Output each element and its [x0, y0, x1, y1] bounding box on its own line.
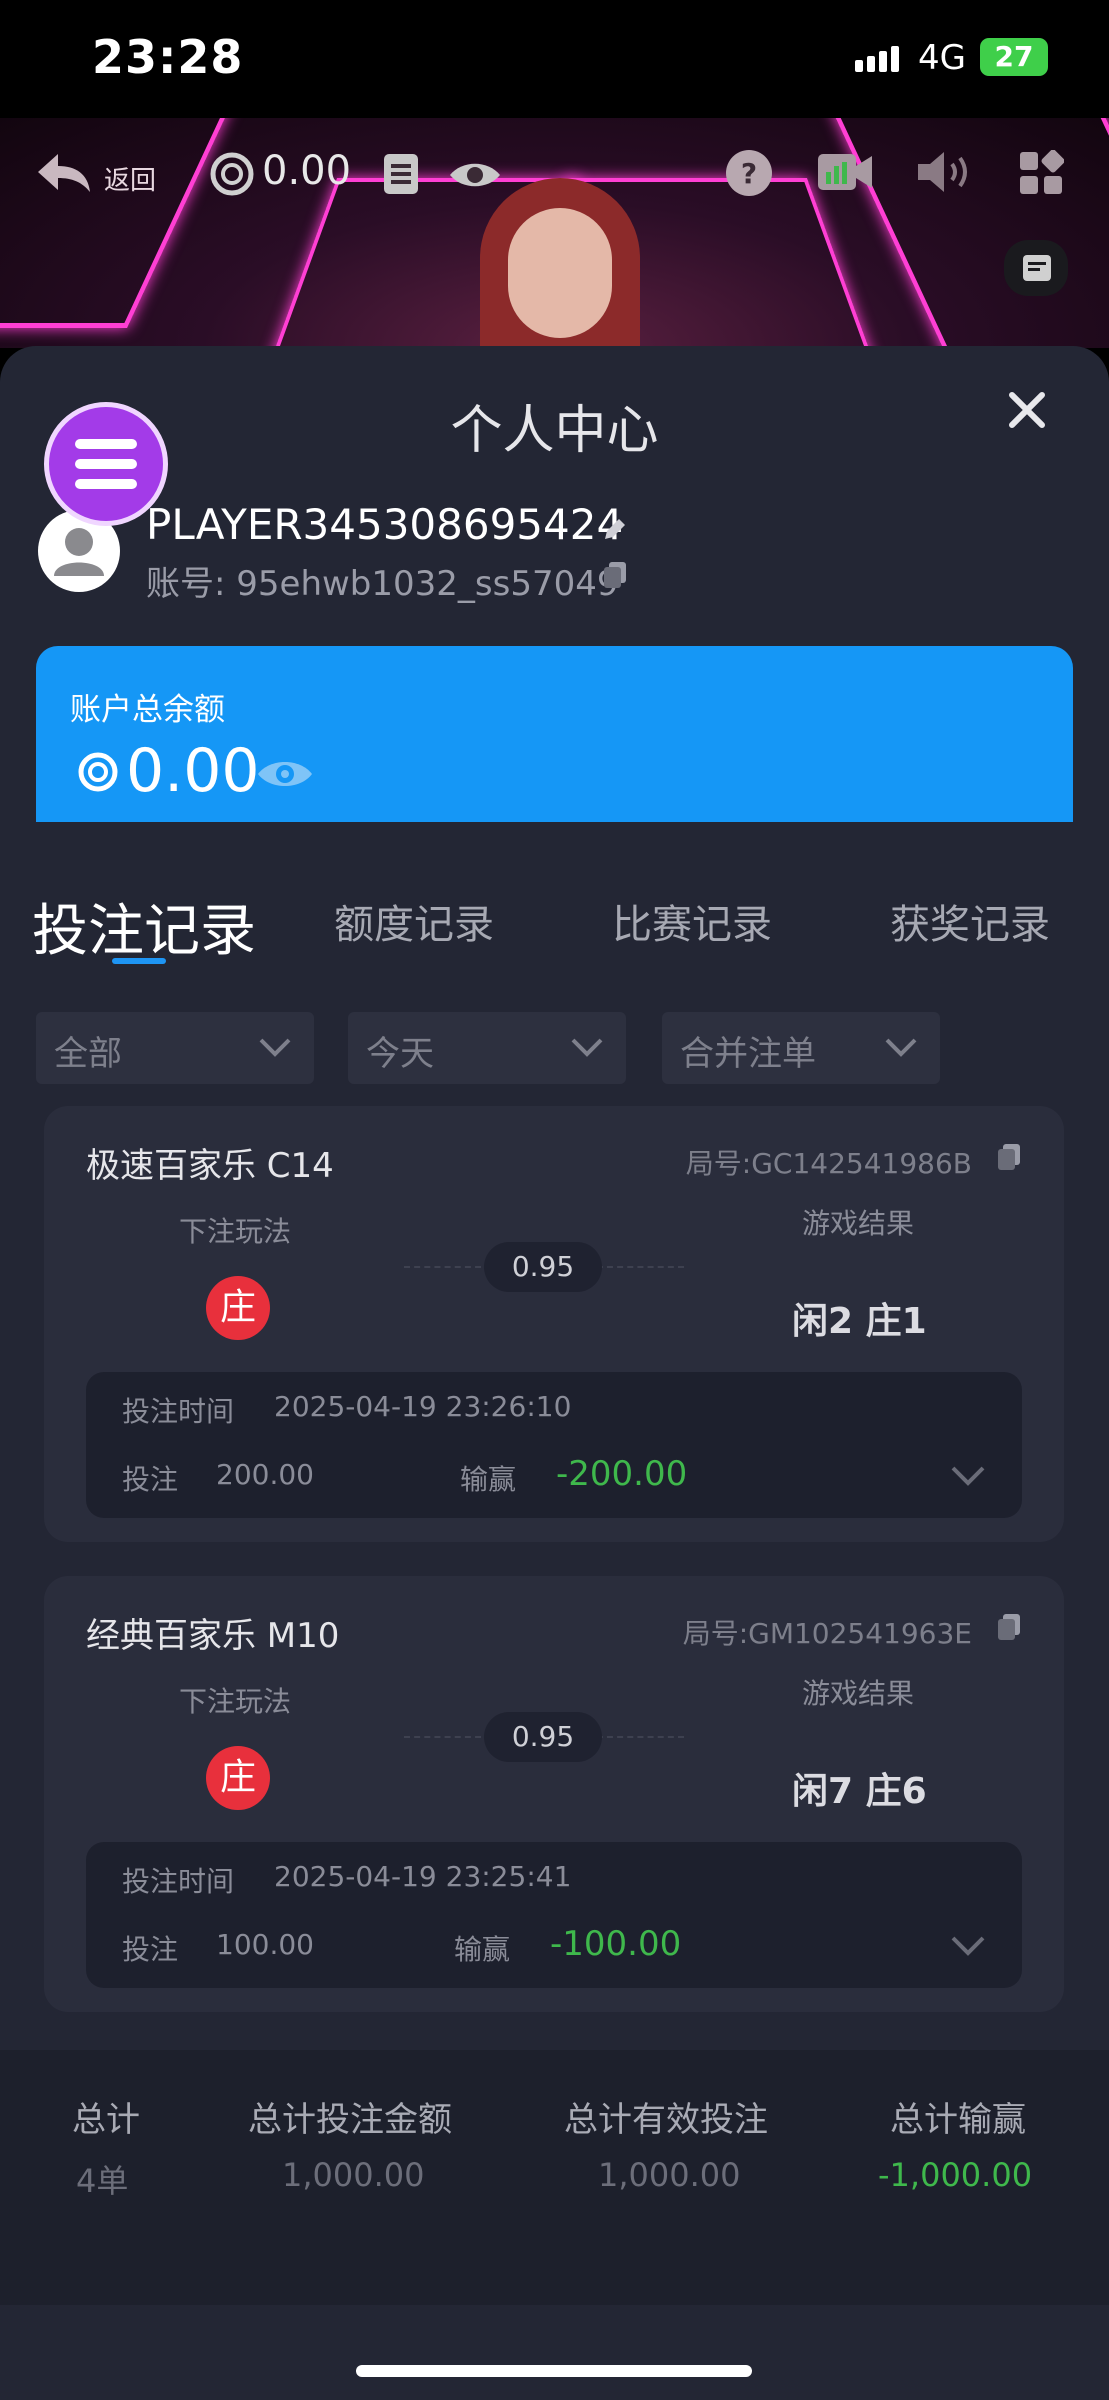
stake-label: 投注: [122, 1933, 179, 1966]
game-result-label: 游戏结果: [802, 1677, 915, 1710]
menu-icon-bar: [75, 439, 137, 449]
menu-icon-bar: [75, 479, 137, 489]
tab-match-records[interactable]: 比赛记录: [612, 892, 772, 950]
bet-mode-label: 下注玩法: [179, 1215, 292, 1248]
speaker-icon[interactable]: [916, 150, 976, 194]
signal-icon: [855, 46, 899, 72]
bet-time: 2025-04-19 23:25:41: [274, 1860, 572, 1893]
dealer-face: [508, 208, 612, 338]
bet-time-label: 投注时间: [122, 1395, 235, 1428]
menu-icon-bar: [75, 459, 137, 469]
total-bet-amount-label: 总计投注金额: [248, 2100, 452, 2140]
chip-icon: [210, 152, 254, 196]
game-result: 闲2 庄1: [792, 1301, 927, 1342]
player-name: PLAYER345308695424: [146, 500, 624, 549]
chip-balance: 0.00: [262, 148, 352, 194]
odds-badge: 0.95: [484, 1242, 602, 1292]
round-number: 局号:GC142541986B: [685, 1147, 972, 1180]
winloss-label: 输赢: [454, 1933, 511, 1966]
status-time: 23:28: [92, 30, 244, 84]
edit-icon[interactable]: [602, 516, 628, 542]
eye-icon[interactable]: [448, 158, 502, 192]
total-bet-amount: 1,000.00: [282, 2156, 425, 2194]
stake-amount: 100.00: [216, 1928, 314, 1961]
svg-text:?: ?: [741, 157, 757, 190]
filter-merge[interactable]: 合并注单: [662, 1012, 940, 1084]
winloss-amount: -100.00: [550, 1924, 682, 1964]
bet-time-label: 投注时间: [122, 1865, 235, 1898]
filter-date-value: 今天: [366, 1034, 434, 1074]
filter-date[interactable]: 今天: [348, 1012, 626, 1084]
filter-category-value: 全部: [54, 1034, 122, 1074]
game-name: 经典百家乐 M10: [86, 1616, 340, 1656]
game-result-label: 游戏结果: [802, 1207, 915, 1240]
video-camera-icon[interactable]: [816, 150, 874, 194]
winloss-amount: -200.00: [556, 1454, 688, 1494]
game-result: 闲7 庄6: [792, 1771, 927, 1812]
bet-side-badge: 庄: [206, 1276, 270, 1340]
bet-side-badge: 庄: [206, 1746, 270, 1810]
copy-icon[interactable]: [602, 560, 628, 590]
balance-value: 0.00: [126, 736, 260, 806]
game-name: 极速百家乐 C14: [86, 1146, 334, 1186]
bet-detail-panel: 投注时间 2025-04-19 23:26:10 投注 200.00 输赢 -2…: [86, 1372, 1022, 1518]
chat-icon: [1023, 255, 1051, 281]
bet-mode-label: 下注玩法: [179, 1685, 292, 1718]
chevron-down-icon: [259, 1038, 291, 1057]
bet-record-card[interactable]: 极速百家乐 C14 局号:GC142541986B 下注玩法 游戏结果 庄 0.…: [44, 1106, 1064, 1542]
tab-award-records[interactable]: 获奖记录: [890, 892, 1050, 950]
filter-merge-value: 合并注单: [680, 1034, 816, 1074]
chevron-down-icon[interactable]: [950, 1464, 986, 1488]
chevron-down-icon: [571, 1038, 603, 1057]
filter-category[interactable]: 全部: [36, 1012, 314, 1084]
close-icon[interactable]: [1002, 385, 1052, 435]
bet-detail-panel: 投注时间 2025-04-19 23:25:41 投注 100.00 输赢 -1…: [86, 1842, 1022, 1988]
chevron-down-icon: [885, 1038, 917, 1057]
grid-menu-icon[interactable]: [1018, 150, 1064, 196]
chip-icon: [78, 752, 118, 792]
account-id: 账号: 95ehwb1032_ss57049: [146, 564, 619, 604]
help-icon[interactable]: ?: [724, 148, 774, 198]
battery-indicator: 27: [980, 38, 1048, 76]
tab-active-indicator: [112, 958, 166, 964]
balance-label: 账户总余额: [70, 692, 225, 728]
eye-icon[interactable]: [256, 756, 314, 792]
total-count: 4单: [76, 2162, 129, 2200]
copy-icon[interactable]: [996, 1612, 1022, 1642]
total-winloss: -1,000.00: [878, 2156, 1033, 2194]
stake-label: 投注: [122, 1463, 179, 1496]
round-number: 局号:GM102541963E: [682, 1617, 972, 1650]
winloss-label: 输赢: [460, 1463, 517, 1496]
tab-bet-records[interactable]: 投注记录: [32, 886, 256, 967]
odds-badge: 0.95: [484, 1712, 602, 1762]
tab-credit-records[interactable]: 额度记录: [334, 892, 494, 950]
copy-icon[interactable]: [996, 1142, 1022, 1172]
back-icon[interactable]: [36, 150, 92, 194]
total-valid-bet: 1,000.00: [598, 2156, 741, 2194]
total-valid-bet-label: 总计有效投注: [564, 2100, 768, 2140]
bet-time: 2025-04-19 23:26:10: [274, 1390, 572, 1423]
home-indicator[interactable]: [356, 2365, 752, 2377]
bet-record-card[interactable]: 经典百家乐 M10 局号:GM102541963E 下注玩法 游戏结果 庄 0.…: [44, 1576, 1064, 2012]
document-icon[interactable]: [382, 152, 420, 196]
chevron-down-icon[interactable]: [950, 1934, 986, 1958]
total-count-label: 总计: [72, 2100, 140, 2140]
stake-amount: 200.00: [216, 1458, 314, 1491]
total-winloss-label: 总计输赢: [890, 2100, 1026, 2140]
back-button-label[interactable]: 返回: [104, 160, 156, 197]
network-type: 4G: [918, 38, 966, 78]
chat-button[interactable]: [1004, 240, 1068, 296]
